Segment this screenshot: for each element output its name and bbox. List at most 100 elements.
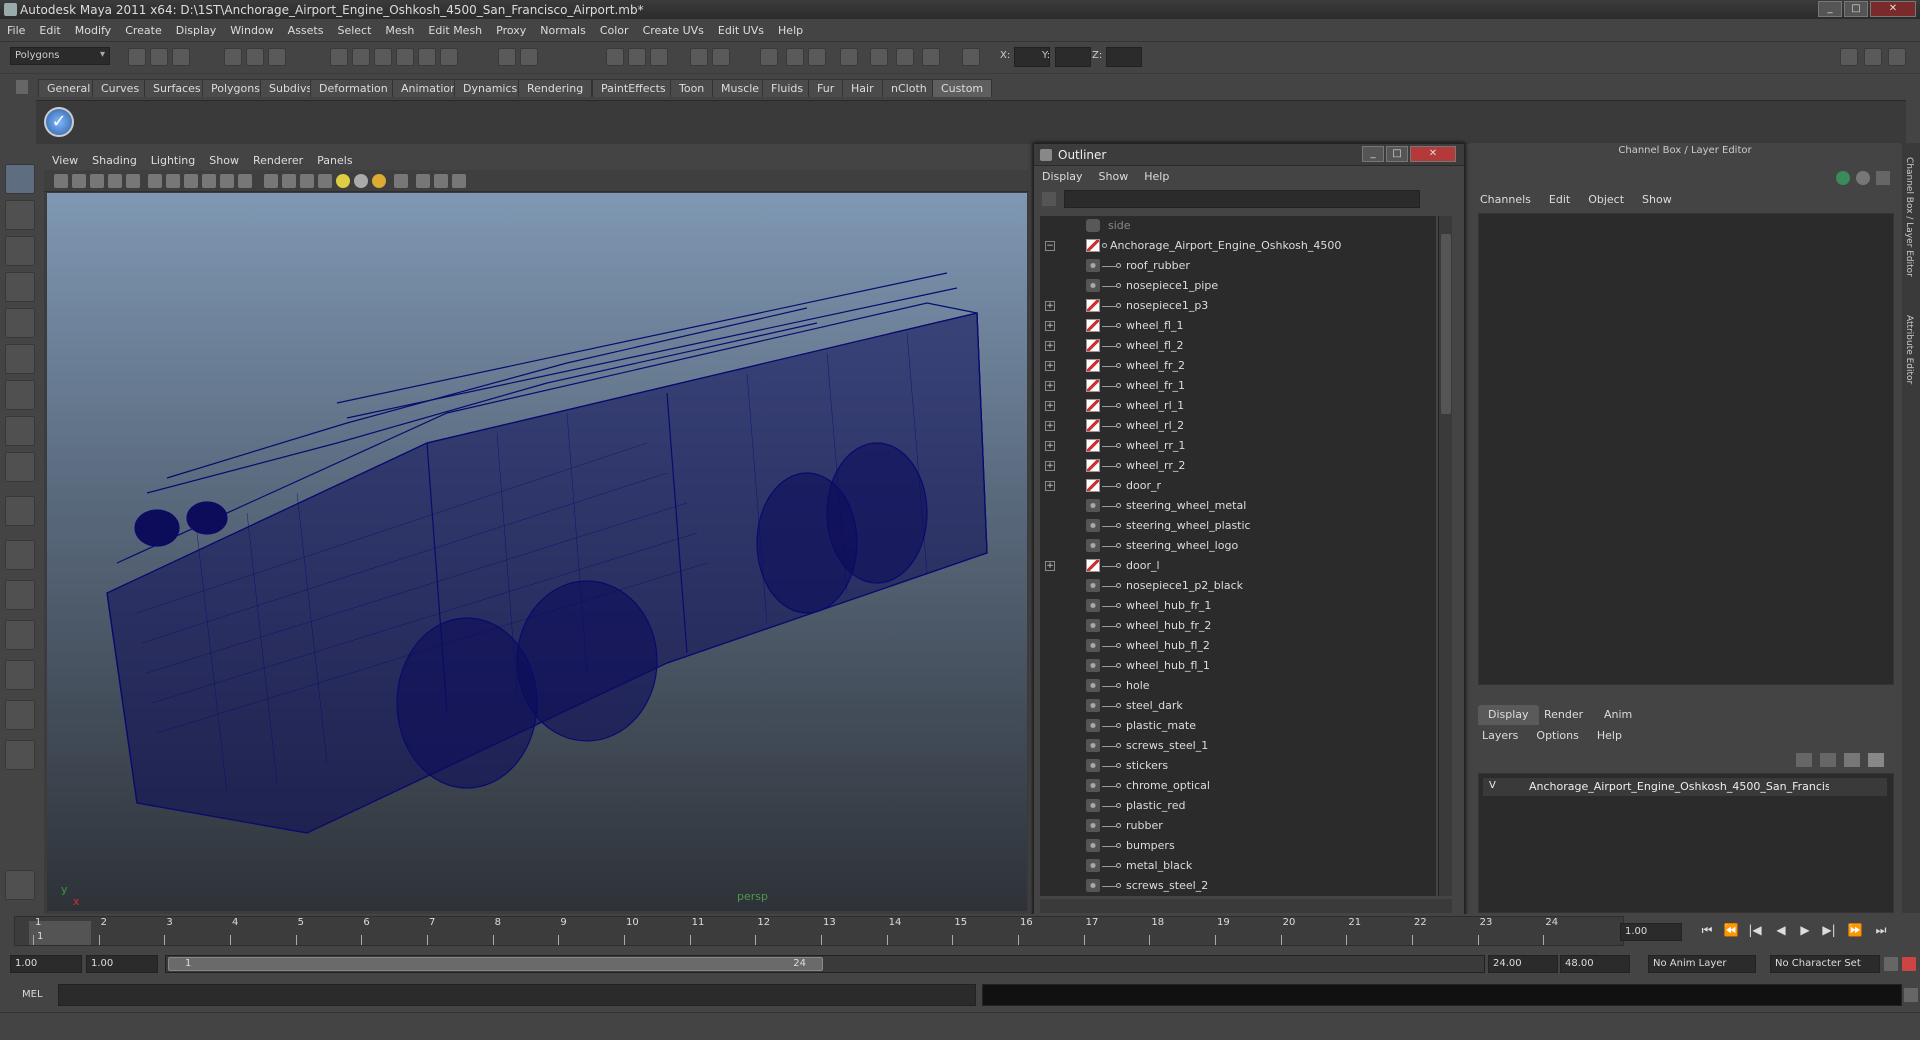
outliner-item[interactable]: + wheel_fr_1 (1040, 376, 1436, 396)
channel-lock-icon[interactable] (1856, 171, 1870, 185)
layer-menu-layers[interactable]: Layers (1470, 727, 1524, 742)
menu-edit-uvs[interactable]: Edit UVs (711, 19, 771, 37)
range-slider-bar[interactable]: 1 24 (165, 955, 1485, 973)
layer-visibility-toggle[interactable]: V (1489, 780, 1496, 791)
outliner-menu-display[interactable]: Display (1034, 166, 1091, 183)
layer-tab-anim[interactable]: Anim (1594, 705, 1642, 725)
toggle-attribute-editor-icon[interactable] (1888, 48, 1906, 66)
animation-end-field[interactable]: 48.00 (1560, 955, 1630, 973)
channel-menu-object[interactable]: Object (1578, 191, 1632, 206)
expand-icon[interactable]: + (1045, 421, 1055, 431)
go-to-start-icon[interactable]: ⏮ (1698, 923, 1716, 941)
mel-label[interactable]: MEL (22, 989, 43, 1000)
outliner-item[interactable]: wheel_hub_fl_1 (1040, 656, 1436, 676)
new-layer-from-selection-icon[interactable] (1868, 753, 1884, 767)
layer-menu-help[interactable]: Help (1585, 727, 1628, 742)
channel-settings-icon[interactable] (1876, 171, 1890, 185)
outliner-maximize-button[interactable]: □ (1386, 146, 1408, 162)
viewport-menu-shading[interactable]: Shading (84, 150, 143, 167)
isolate-select-icon[interactable] (394, 174, 408, 188)
smooth-shade-icon[interactable] (282, 174, 296, 188)
script-editor-button-icon[interactable] (1904, 988, 1918, 1002)
attribute-editor-side-tab[interactable]: Attribute Editor (1904, 315, 1914, 384)
channel-key-icon[interactable] (1836, 171, 1850, 185)
outliner-search-input[interactable] (1064, 190, 1420, 208)
layer-menu-options[interactable]: Options (1524, 727, 1584, 742)
shelf-tab-dynamics[interactable]: Dynamics (454, 79, 527, 97)
expand-icon[interactable]: + (1045, 321, 1055, 331)
outliner-item[interactable]: metal_black (1040, 856, 1436, 876)
field-chart-icon[interactable] (220, 174, 234, 188)
menu-normals[interactable]: Normals (533, 19, 593, 37)
viewport-menu-lighting[interactable]: Lighting (143, 150, 201, 167)
outliner-vertical-scrollbar[interactable] (1438, 216, 1452, 896)
step-back-key-icon[interactable]: ⏪ (1722, 923, 1740, 941)
universal-manipulator-icon[interactable] (5, 380, 35, 410)
shelf-tab-deformation[interactable]: Deformation (310, 79, 397, 97)
quick-layout-icon[interactable] (5, 870, 35, 900)
outliner-item[interactable]: wheel_hub_fr_1 (1040, 596, 1436, 616)
outliner-icon[interactable] (840, 48, 858, 66)
attribute-editor-icon[interactable] (786, 48, 804, 66)
outliner-item[interactable]: screws_steel_2 (1040, 876, 1436, 896)
playback-end-field[interactable]: 24.00 (1488, 955, 1558, 973)
auto-key-icon[interactable] (1884, 957, 1898, 971)
menu-color[interactable]: Color (593, 19, 636, 37)
resolution-gate-icon[interactable] (184, 174, 198, 188)
use-all-lights-icon[interactable] (354, 174, 368, 188)
outliner-item[interactable]: + wheel_fl_1 (1040, 316, 1436, 336)
viewport-menu-renderer[interactable]: Renderer (245, 150, 309, 167)
wireframe-on-shaded-icon[interactable] (300, 174, 314, 188)
new-empty-layer-icon[interactable] (1844, 753, 1860, 767)
outliner-item[interactable]: − Anchorage_Airport_Engine_Oshkosh_4500 (1040, 236, 1436, 256)
viewport-menu-view[interactable]: View (44, 150, 84, 167)
soft-mod-tool-icon[interactable] (5, 416, 35, 446)
channel-menu-show[interactable]: Show (1632, 191, 1680, 206)
outliner-item[interactable]: wheel_hub_fr_2 (1040, 616, 1436, 636)
hud-icon[interactable] (452, 174, 466, 188)
outliner-item[interactable]: screws_steel_1 (1040, 736, 1436, 756)
menu-create-uvs[interactable]: Create UVs (636, 19, 711, 37)
save-scene-icon[interactable] (172, 48, 190, 66)
outliner-item[interactable]: nosepiece1_pipe (1040, 276, 1436, 296)
select-tool-icon[interactable] (5, 164, 35, 194)
history-icon[interactable] (440, 48, 458, 66)
show-hide-icon[interactable] (760, 48, 778, 66)
layout-four-icon[interactable] (5, 580, 35, 610)
outliner-minimize-button[interactable]: _ (1362, 146, 1384, 162)
select-object-icon[interactable] (246, 48, 264, 66)
channel-menu-edit[interactable]: Edit (1539, 191, 1578, 206)
outliner-item[interactable]: + wheel_rr_1 (1040, 436, 1436, 456)
layout-persp-graph-icon[interactable] (5, 660, 35, 690)
layer-tab-render[interactable]: Render (1534, 705, 1593, 725)
outliner-item[interactable]: hole (1040, 676, 1436, 696)
viewport-menu-panels[interactable]: Panels (309, 150, 358, 167)
bookmark-icon[interactable] (90, 174, 104, 188)
outliner-item[interactable]: steering_wheel_logo (1040, 536, 1436, 556)
expand-icon[interactable]: + (1045, 481, 1055, 491)
mel-input[interactable] (58, 984, 976, 1006)
outliner-item[interactable]: nosepiece1_p2_black (1040, 576, 1436, 596)
channel-menu-channels[interactable]: Channels (1470, 191, 1539, 206)
outliner-filter-icon[interactable] (1042, 192, 1056, 206)
outliner-item[interactable]: wheel_hub_fl_2 (1040, 636, 1436, 656)
show-manipulator-icon[interactable] (5, 452, 35, 482)
outliner-item[interactable]: rubber (1040, 816, 1436, 836)
expand-icon[interactable]: + (1045, 361, 1055, 371)
z-field[interactable] (1106, 47, 1142, 67)
shelf-tab-polygons[interactable]: Polygons (202, 79, 269, 97)
toggle-tool-settings-icon[interactable] (1864, 48, 1882, 66)
menu-proxy[interactable]: Proxy (489, 19, 533, 37)
expand-icon[interactable]: + (1045, 561, 1055, 571)
move-tool-icon[interactable] (5, 272, 35, 302)
hypershade-icon[interactable] (690, 48, 708, 66)
snap-curve-icon[interactable] (352, 48, 370, 66)
collapse-icon[interactable]: − (1045, 241, 1055, 251)
outliner-item[interactable]: + wheel_rl_2 (1040, 416, 1436, 436)
outliner-item[interactable]: bumpers (1040, 836, 1436, 856)
expand-icon[interactable]: + (1045, 301, 1055, 311)
animation-prefs-icon[interactable] (1902, 957, 1916, 971)
menu-mesh[interactable]: Mesh (378, 19, 421, 37)
render-view-icon[interactable] (712, 48, 730, 66)
channel-box-side-tab[interactable]: Channel Box / Layer Editor (1904, 157, 1914, 277)
